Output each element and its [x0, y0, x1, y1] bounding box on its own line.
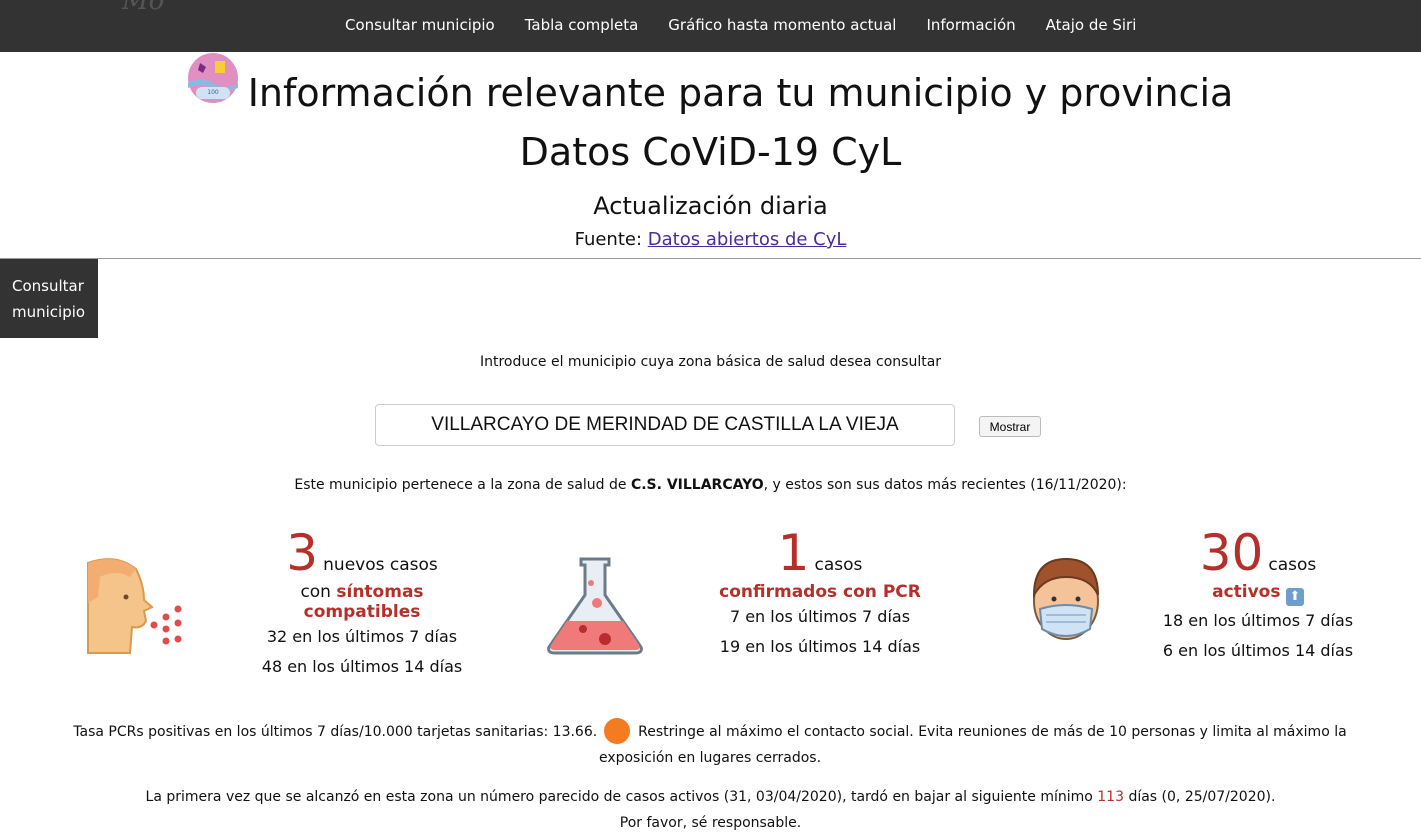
update-frequency: Actualización diaria: [593, 192, 828, 220]
active-cases-unit: casos: [1268, 555, 1317, 575]
sidetab-line1: Consultar: [12, 276, 84, 295]
tasa-advice: Restringe al máximo el contacto social. …: [598, 724, 1347, 766]
divider: [0, 258, 1421, 259]
active-cases-number: 30: [1199, 524, 1264, 582]
svg-text:100: 100: [207, 89, 219, 96]
first-peak-info: La primera vez que se alcanzó en esta zo…: [0, 784, 1421, 836]
site-logo[interactable]: Mo: [122, 0, 164, 16]
new-cases-14d: 48 en los últimos 14 días: [261, 657, 463, 676]
first-before: La primera vez que se alcanzó en esta zo…: [145, 789, 1098, 805]
cyl-badge-icon: 100: [187, 53, 238, 103]
pcr-cases-14d: 19 en los últimos 14 días: [719, 637, 921, 656]
search-prompt: Introduce el municipio cuya zona básica …: [479, 354, 942, 370]
stat-active-cases: 30 casos activos ⬆ 18 en los últimos 7 d…: [1138, 528, 1378, 666]
new-cases-7d: 32 en los últimos 7 días: [266, 627, 458, 646]
source-line: Fuente: Datos abiertos de CyL: [0, 229, 1421, 250]
source-label: Fuente:: [574, 229, 643, 250]
header: 100 Información relevante para tu munici…: [0, 53, 1421, 128]
zone-name: C.S. VILLARCAYO: [630, 477, 764, 493]
nav-links: Consultar municipio Tabla completa Gráfi…: [330, 0, 1151, 52]
page-title: Información relevante para tu municipio …: [247, 71, 1234, 115]
zone-before: Este municipio pertenece a la zona de sa…: [294, 477, 631, 493]
first-after: días (0, 25/07/2020).: [1124, 789, 1276, 805]
page-subtitle: Datos CoViD-19 CyL: [519, 130, 902, 174]
sidetab-consultar-municipio[interactable]: Consultar municipio: [0, 259, 98, 338]
municipio-input[interactable]: [375, 404, 955, 446]
up-arrow-icon: ⬆: [1285, 588, 1304, 606]
new-cases-prefix: con: [300, 582, 337, 602]
top-navbar: Mo Consultar municipio Tabla completa Gr…: [0, 0, 1421, 52]
orange-level-icon: [603, 718, 630, 744]
pcr-cases-7d: 7 en los últimos 7 días: [729, 607, 911, 626]
pcr-cases-label: confirmados con PCR: [719, 582, 921, 602]
coughing-person-icon: [87, 558, 182, 654]
zone-after: , y estos son sus datos más recientes (1…: [763, 477, 1127, 493]
tasa-text: Tasa PCRs positivas en los últimos 7 día…: [73, 724, 598, 740]
zone-info: Este municipio pertenece a la zona de sa…: [0, 477, 1421, 493]
nav-grafico[interactable]: Gráfico hasta momento actual: [653, 0, 911, 52]
pcr-cases-number: 1: [777, 524, 810, 582]
source-link[interactable]: Datos abiertos de CyL: [648, 229, 847, 250]
nav-consultar-municipio[interactable]: Consultar municipio: [330, 0, 510, 52]
masked-person-icon: [1032, 557, 1099, 640]
sidetab-line2: municipio: [12, 302, 86, 321]
active-cases-7d: 18 en los últimos 7 días: [1162, 611, 1354, 630]
active-cases-label: activos: [1212, 582, 1281, 602]
new-cases-number: 3: [286, 524, 319, 582]
first-days: 113: [1097, 789, 1124, 805]
flask-icon: [547, 557, 643, 655]
nav-informacion[interactable]: Información: [911, 0, 1030, 52]
closing-message: Por favor, sé responsable.: [619, 815, 802, 831]
pcr-cases-unit: casos: [814, 555, 863, 575]
nav-tabla-completa[interactable]: Tabla completa: [510, 0, 654, 52]
new-cases-unit: nuevos casos: [323, 555, 438, 575]
nav-atajo-siri[interactable]: Atajo de Siri: [1031, 0, 1152, 52]
active-cases-14d: 6 en los últimos 14 días: [1162, 641, 1354, 660]
stat-new-cases: 3 nuevos casos con síntomas compatibles …: [242, 528, 482, 682]
mostrar-button[interactable]: Mostrar: [979, 416, 1041, 437]
stat-pcr-cases: 1 casos confirmados con PCR 7 en los últ…: [700, 528, 940, 662]
tasa-info: Tasa PCRs positivas en los últimos 7 día…: [60, 718, 1360, 771]
